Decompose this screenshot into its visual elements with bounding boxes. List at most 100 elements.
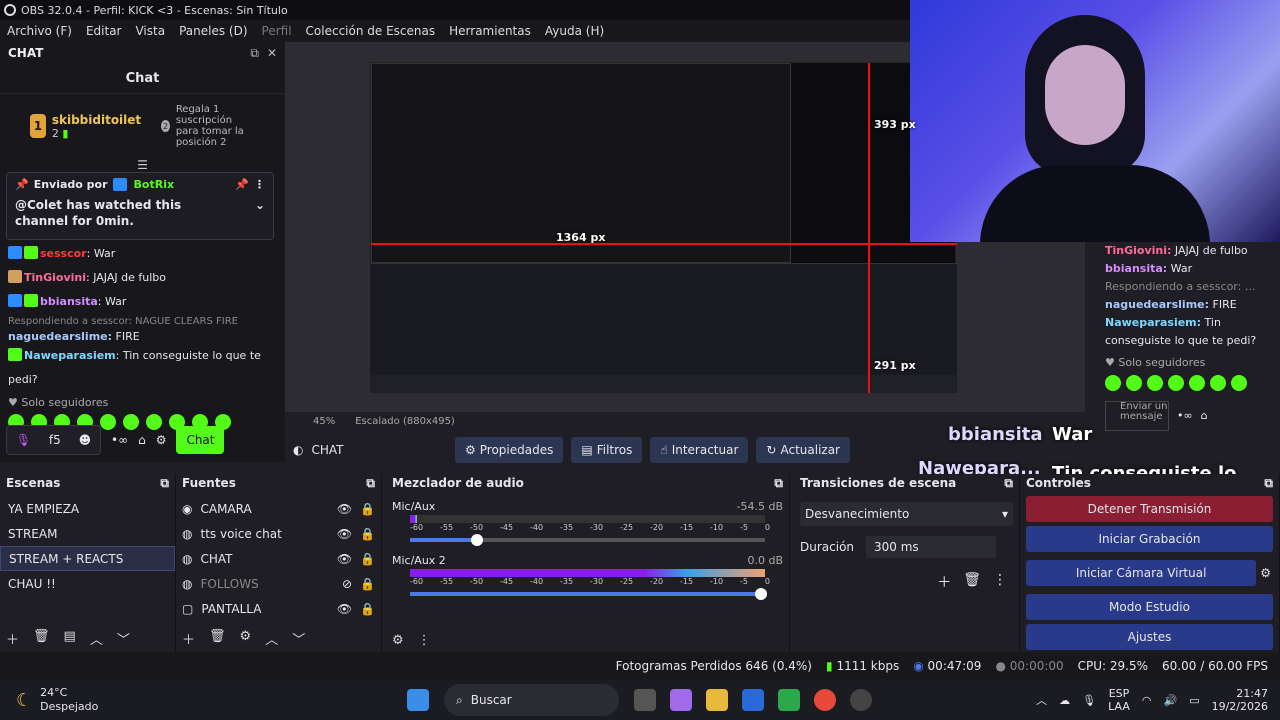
copilot-icon[interactable] xyxy=(670,689,692,711)
undock-icon[interactable]: ⧉ xyxy=(1004,476,1013,491)
store-icon[interactable]: ⌂ xyxy=(138,433,146,447)
source-item[interactable]: ◉ CAMARA 👁 🔒 xyxy=(176,496,381,521)
search-box[interactable]: ⌕ Buscar xyxy=(444,684,619,716)
stop-stream-button[interactable]: Detener Transmisión xyxy=(1026,496,1273,522)
source-item[interactable]: ◍ FOLLOWS ⊘ 🔒 xyxy=(176,571,381,596)
more-icon[interactable]: ⋮ xyxy=(254,178,265,191)
filter-icon[interactable]: ▤ xyxy=(64,629,76,648)
mic-icon[interactable]: 🎙 xyxy=(16,433,31,447)
source-item[interactable]: ◍ tts voice chat 👁 🔒 xyxy=(176,521,381,546)
leader-name[interactable]: skibbiditoilet xyxy=(52,113,141,127)
undock-icon[interactable]: ⧉ xyxy=(250,46,259,61)
scene-item[interactable]: CHAU !! xyxy=(0,571,175,596)
chat-dock-title: CHAT xyxy=(8,46,44,60)
transition-select[interactable]: Desvanecimiento ▾ xyxy=(800,502,1013,526)
taskview-icon[interactable] xyxy=(634,689,656,711)
filters-button[interactable]: ▤ Filtros xyxy=(571,437,643,463)
store-icon[interactable] xyxy=(742,689,764,711)
menu-ayuda[interactable]: Ayuda (H) xyxy=(538,24,611,38)
close-icon[interactable]: ✕ xyxy=(267,46,277,61)
gear-icon[interactable]: ⚙ xyxy=(240,629,252,648)
down-icon[interactable]: ﹀ xyxy=(292,629,305,648)
virtual-camera-button[interactable]: Iniciar Cámara Virtual xyxy=(1026,560,1257,586)
preview-canvas[interactable]: 1364 px 291 px xyxy=(370,62,957,393)
menu-archivo[interactable]: Archivo (F) xyxy=(0,24,79,38)
battery-icon[interactable]: ▭ xyxy=(1189,694,1199,707)
settings-button[interactable]: Ajustes xyxy=(1026,624,1273,650)
cloud-icon[interactable]: ☁ xyxy=(1059,694,1070,707)
wifi-icon[interactable]: ◠ xyxy=(1142,694,1152,707)
add-icon[interactable]: ＋ xyxy=(182,629,195,648)
clock[interactable]: 21:47 19/2/2026 xyxy=(1212,687,1268,713)
infinity-icon[interactable]: •∞ xyxy=(111,433,128,447)
meter-tick: -30 xyxy=(590,577,604,586)
fader-knob[interactable] xyxy=(755,588,767,600)
scene-item[interactable]: STREAM xyxy=(0,521,175,546)
scene-item[interactable]: YA EMPIEZA xyxy=(0,496,175,521)
chevron-up-icon[interactable]: ︿ xyxy=(1036,692,1047,708)
send-chat-button[interactable]: Chat xyxy=(176,426,225,454)
properties-button[interactable]: ⚙ Propiedades xyxy=(455,437,564,463)
scene-item-selected[interactable]: STREAM + REACTS xyxy=(0,546,175,571)
trash-icon[interactable]: 🗑 xyxy=(963,572,981,592)
menu-paneles[interactable]: Paneles (D) xyxy=(172,24,254,38)
trash-icon[interactable]: 🗑 xyxy=(209,629,226,648)
chat-input[interactable]: 🎙 f5 ☻ xyxy=(6,425,101,455)
bot-badge-icon xyxy=(112,178,127,191)
gear-icon: ⚙ xyxy=(465,443,476,457)
duration-input[interactable]: 300 ms xyxy=(866,536,997,558)
menu-vista[interactable]: Vista xyxy=(128,24,172,38)
expand-icon[interactable]: ☰ xyxy=(0,158,285,172)
gear-icon[interactable]: ⚙ xyxy=(156,433,167,447)
source-item[interactable]: ◍ CHAT 👁 🔒 xyxy=(176,546,381,571)
chrome-icon[interactable] xyxy=(814,689,836,711)
unpin-icon[interactable]: 📌 xyxy=(235,178,249,191)
eye-icon: 👁 xyxy=(336,601,353,616)
weather-widget[interactable]: ☾ 24°C Despejado xyxy=(0,686,400,714)
start-recording-button[interactable]: Iniciar Grabación xyxy=(1026,526,1273,552)
more-icon[interactable]: ⋮ xyxy=(418,633,431,648)
more-icon[interactable]: ⋮ xyxy=(993,572,1007,592)
undock-icon[interactable]: ⧉ xyxy=(774,476,783,491)
excel-icon[interactable] xyxy=(778,689,800,711)
gear-icon[interactable]: ⚙ xyxy=(392,633,404,648)
pinned-bot[interactable]: BotRix xyxy=(134,178,175,191)
source-item[interactable]: ▢ PANTALLA 👁 🔒 xyxy=(176,596,381,621)
chat-text: War xyxy=(93,247,116,260)
menu-editar[interactable]: Editar xyxy=(79,24,129,38)
gear-icon[interactable]: ⚙ xyxy=(1260,566,1271,580)
scale-info: Escalado (880x495) xyxy=(355,415,455,427)
volume-icon[interactable]: 🔊 xyxy=(1163,694,1177,707)
undock-icon[interactable]: ⧉ xyxy=(1264,476,1273,491)
undock-icon[interactable]: ⧉ xyxy=(366,476,375,491)
overlay-chat-line: bbiansita: War xyxy=(1105,262,1193,275)
obs-icon[interactable] xyxy=(850,689,872,711)
add-icon[interactable]: ＋ xyxy=(6,629,19,648)
down-icon[interactable]: ﹀ xyxy=(117,629,130,648)
taskbar: ☾ 24°C Despejado ⌕ Buscar ︿ ☁ 🎙 ESP LAA ◠ 🔊… xyxy=(0,680,1280,720)
undock-icon[interactable]: ⧉ xyxy=(160,476,169,491)
interact-button[interactable]: ☝ Interactuar xyxy=(650,437,749,463)
up-icon[interactable]: ︿ xyxy=(90,629,103,648)
up-icon[interactable]: ︿ xyxy=(265,629,278,648)
zoom-level[interactable]: 45% xyxy=(313,416,335,427)
volume-slider[interactable] xyxy=(410,534,765,546)
obs-icon xyxy=(4,4,16,16)
fader-knob[interactable] xyxy=(471,534,483,546)
windows-start-icon[interactable] xyxy=(407,689,429,711)
volume-slider[interactable] xyxy=(410,588,767,600)
studio-mode-button[interactable]: Modo Estudio xyxy=(1026,594,1273,620)
refresh-button[interactable]: ↻ Actualizar xyxy=(756,437,850,463)
menu-coleccion[interactable]: Colección de Escenas xyxy=(299,24,443,38)
emoji-icon[interactable]: ☻ xyxy=(79,433,92,447)
trash-icon[interactable]: 🗑 xyxy=(33,629,50,648)
language-indicator[interactable]: ESP LAA xyxy=(1108,687,1130,713)
meter-tick: -20 xyxy=(650,523,664,532)
mic-icon[interactable]: 🎙 xyxy=(1082,694,1096,707)
menu-perfil[interactable]: Perfil xyxy=(255,24,299,38)
signal-icon: ▮ xyxy=(826,659,833,673)
menu-herramientas[interactable]: Herramientas xyxy=(442,24,538,38)
folder-icon[interactable] xyxy=(706,689,728,711)
add-icon[interactable]: ＋ xyxy=(937,572,951,592)
chevron-down-icon[interactable]: ⌄ xyxy=(255,197,265,229)
